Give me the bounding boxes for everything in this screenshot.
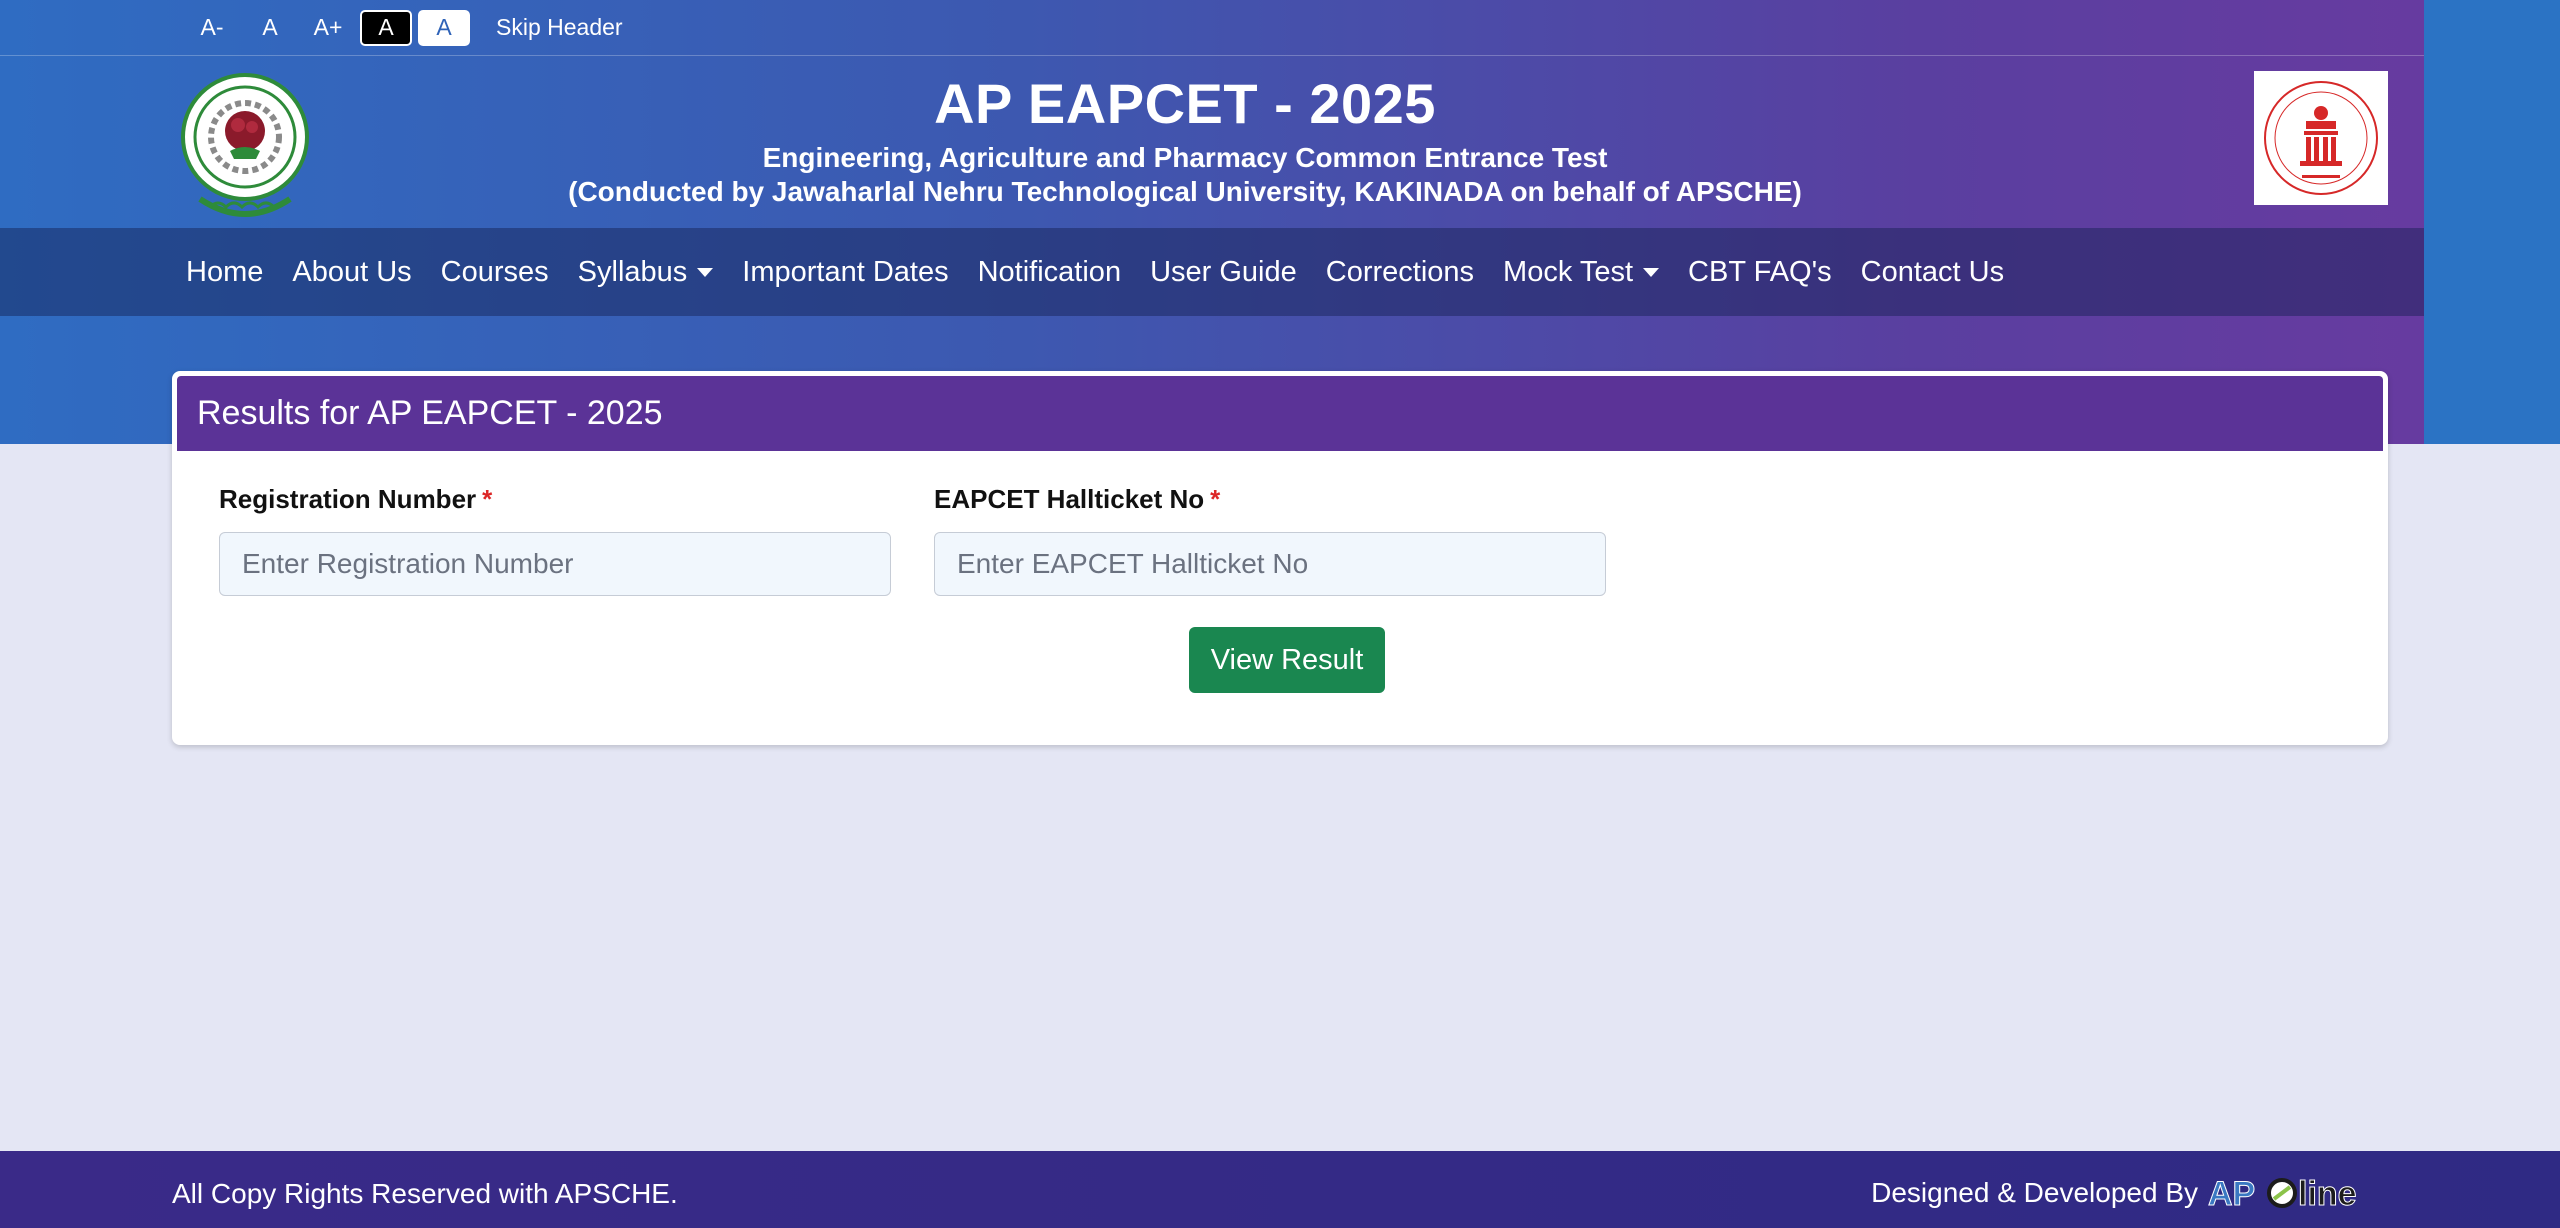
svg-text:line: line xyxy=(2298,1175,2357,1213)
page-subtitle: Engineering, Agriculture and Pharmacy Co… xyxy=(762,142,1608,173)
designed-by-text: Designed & Developed By xyxy=(1871,1177,2198,1208)
nav-corrections[interactable]: Corrections xyxy=(1326,256,1474,289)
title-block: AP EAPCET - 2025 Engineering, Agricultur… xyxy=(370,71,2000,209)
hallticket-label: EAPCET Hallticket No * xyxy=(934,484,1606,520)
chevron-down-icon xyxy=(697,267,714,277)
nav-contact-us[interactable]: Contact Us xyxy=(1861,256,2004,289)
registration-label: Registration Number * xyxy=(219,484,891,520)
normal-font-button[interactable]: A xyxy=(244,10,296,46)
apsche-emblem-icon xyxy=(2254,71,2388,205)
nav-notification[interactable]: Notification xyxy=(978,256,1121,289)
light-theme-button[interactable]: A xyxy=(418,9,470,46)
registration-number-input[interactable] xyxy=(219,532,891,596)
page-title: AP EAPCET - 2025 xyxy=(934,72,1436,135)
increase-font-button[interactable]: A+ xyxy=(302,10,354,46)
site-header: AP EAPCET - 2025 Engineering, Agricultur… xyxy=(0,57,2424,228)
nav-syllabus-dropdown[interactable]: Syllabus xyxy=(578,256,714,289)
required-marker: * xyxy=(1210,484,1221,514)
hallticket-label-text: EAPCET Hallticket No xyxy=(934,484,1205,514)
site-footer: All Copy Rights Reserved with APSCHE. De… xyxy=(0,1151,2560,1228)
nav-important-dates[interactable]: Important Dates xyxy=(742,256,948,289)
decrease-font-button[interactable]: A- xyxy=(186,10,238,46)
accessibility-bar: A- A A+ A A Skip Header xyxy=(0,0,2424,56)
registration-field-group: Registration Number * xyxy=(219,484,891,596)
view-result-button[interactable]: View Result xyxy=(1189,627,1385,693)
results-card-title: Results for AP EAPCET - 2025 xyxy=(177,376,2383,451)
nav-cbt-faqs[interactable]: CBT FAQ's xyxy=(1688,256,1832,289)
developer-credit: Designed & Developed By AP line xyxy=(1871,1173,2384,1214)
nav-mock-test-label: Mock Test xyxy=(1503,255,1634,288)
hallticket-number-input[interactable] xyxy=(934,532,1606,596)
hallticket-field-group: EAPCET Hallticket No * xyxy=(934,484,1606,596)
skip-header-link[interactable]: Skip Header xyxy=(496,14,623,41)
aponline-logo[interactable]: AP line xyxy=(2208,1173,2384,1214)
nav-syllabus-label: Syllabus xyxy=(577,255,688,288)
nav-mock-test-dropdown[interactable]: Mock Test xyxy=(1503,255,1660,289)
results-card: Results for AP EAPCET - 2025 Registratio… xyxy=(172,371,2388,745)
nav-user-guide[interactable]: User Guide xyxy=(1150,256,1297,289)
page-subtitle-conducted-by: (Conducted by Jawaharlal Nehru Technolog… xyxy=(568,176,1802,207)
dark-theme-button[interactable]: A xyxy=(360,9,412,46)
copyright-text: All Copy Rights Reserved with APSCHE. xyxy=(172,1178,678,1209)
nav-about-us[interactable]: About Us xyxy=(292,256,411,289)
registration-label-text: Registration Number xyxy=(219,484,477,514)
jntuk-emblem-icon xyxy=(181,73,309,217)
required-marker: * xyxy=(482,484,493,514)
nav-home[interactable]: Home xyxy=(186,256,263,289)
chevron-down-icon xyxy=(1643,267,1660,277)
nav-courses[interactable]: Courses xyxy=(441,256,549,289)
main-navbar: Home About Us Courses Syllabus Important… xyxy=(0,228,2424,316)
svg-text:AP: AP xyxy=(2208,1175,2255,1213)
